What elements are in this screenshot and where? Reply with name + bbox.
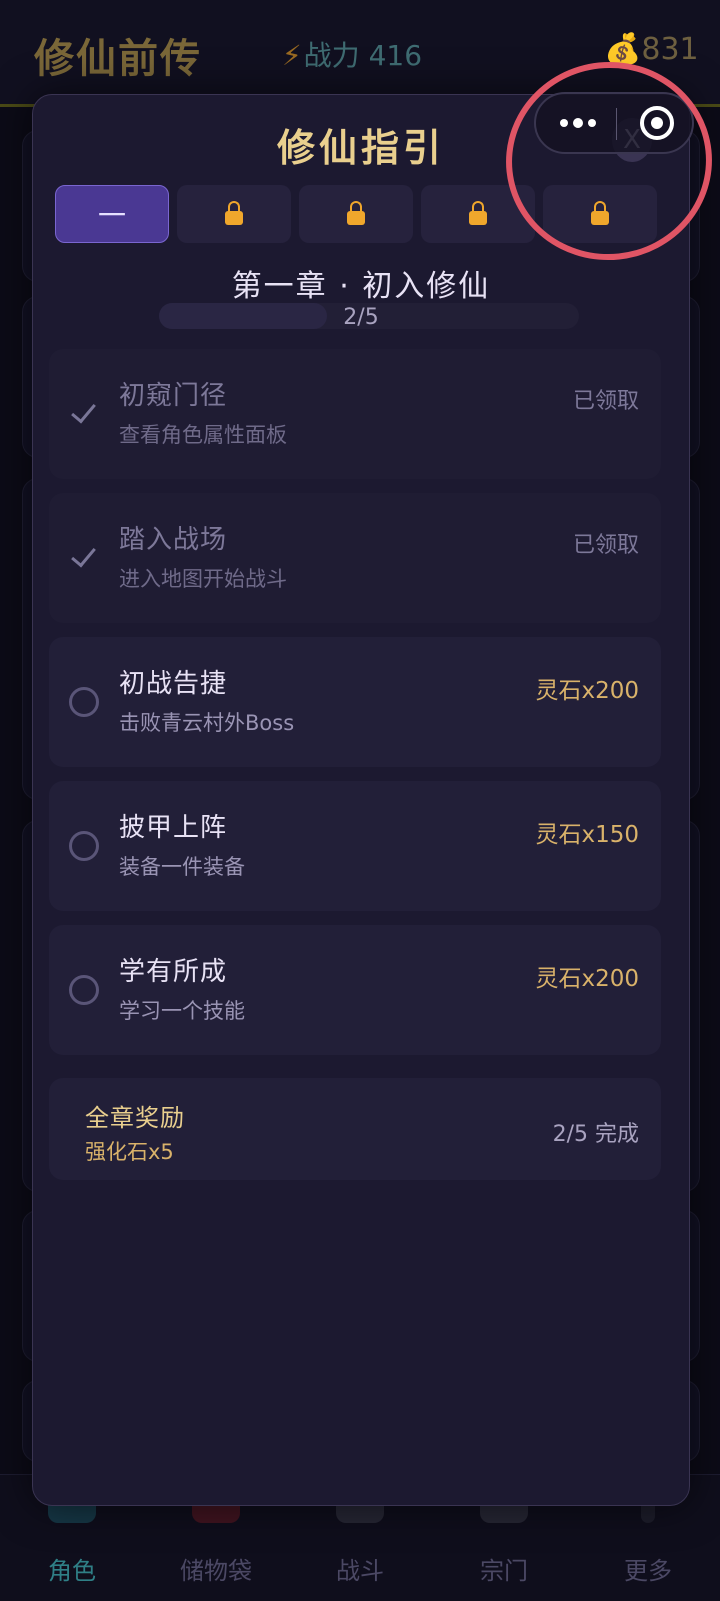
chapter-reward-panel[interactable]: 全章奖励 强化石x5 2/5 完成 — [49, 1078, 661, 1180]
lock-icon — [469, 201, 487, 225]
guide-modal: 修仙指引 一 第一章 · 初入修仙 2/5 初窥门径 查看角色属性面板 已领取 … — [32, 94, 690, 1506]
app-title: 修仙前传 — [34, 36, 202, 82]
task-name: 学有所成 — [119, 957, 228, 987]
chapter-reward-item: 强化石x5 — [85, 1140, 174, 1164]
task-name: 披甲上阵 — [119, 813, 228, 843]
chapter-title: 第一章 · 初入修仙 — [231, 269, 491, 304]
task-item[interactable]: 披甲上阵 装备一件装备 灵石x150 — [49, 781, 661, 911]
task-item[interactable]: 踏入战场 进入地图开始战斗 已领取 — [49, 493, 661, 623]
checkmark-icon — [69, 543, 97, 571]
tab-chapter-2-locked[interactable] — [177, 185, 291, 243]
task-item[interactable]: 初战告捷 击败青云村外Boss 灵石x200 — [49, 637, 661, 767]
nav-label: 角色 — [48, 1557, 96, 1585]
tab-chapter-3-locked[interactable] — [299, 185, 413, 243]
task-reward: 灵石x200 — [535, 966, 639, 992]
power-display: ⚡战力 416 — [282, 34, 422, 74]
lightning-icon: ⚡ — [282, 39, 302, 72]
tab-label: 一 — [97, 199, 126, 232]
task-item[interactable]: 学有所成 学习一个技能 灵石x200 — [49, 925, 661, 1055]
task-status: 已领取 — [572, 389, 639, 414]
task-name: 初窥门径 — [119, 381, 228, 411]
nav-label: 宗门 — [480, 1557, 528, 1585]
lock-icon — [225, 201, 243, 225]
tab-chapter-1[interactable]: 一 — [55, 185, 169, 243]
task-description: 学习一个技能 — [119, 999, 245, 1023]
unchecked-circle-icon — [69, 975, 99, 1005]
task-name: 踏入战场 — [119, 525, 228, 555]
chapter-reward-label: 全章奖励 — [85, 1104, 185, 1132]
unchecked-circle-icon — [69, 687, 99, 717]
chapter-progress-text: 2/5 — [343, 305, 379, 330]
task-description: 装备一件装备 — [119, 855, 245, 879]
nav-label: 战斗 — [336, 1557, 384, 1585]
task-description: 查看角色属性面板 — [119, 423, 287, 447]
chapter-reward-status: 2/5 完成 — [552, 1122, 639, 1147]
task-description: 击败青云村外Boss — [119, 711, 295, 735]
power-value: 416 — [368, 39, 423, 72]
task-reward: 灵石x200 — [535, 678, 639, 704]
nav-label: 更多 — [624, 1557, 672, 1585]
checkmark-icon — [69, 399, 97, 427]
power-label: 战力 — [303, 39, 360, 72]
unchecked-circle-icon — [69, 831, 99, 861]
nav-label: 储物袋 — [180, 1557, 252, 1585]
lock-icon — [347, 201, 365, 225]
task-item[interactable]: 初窥门径 查看角色属性面板 已领取 — [49, 349, 661, 479]
task-reward: 灵石x150 — [535, 822, 639, 848]
task-name: 初战告捷 — [119, 669, 228, 699]
task-status: 已领取 — [572, 533, 639, 558]
task-description: 进入地图开始战斗 — [119, 567, 287, 591]
gold-value: 831 — [641, 32, 699, 67]
